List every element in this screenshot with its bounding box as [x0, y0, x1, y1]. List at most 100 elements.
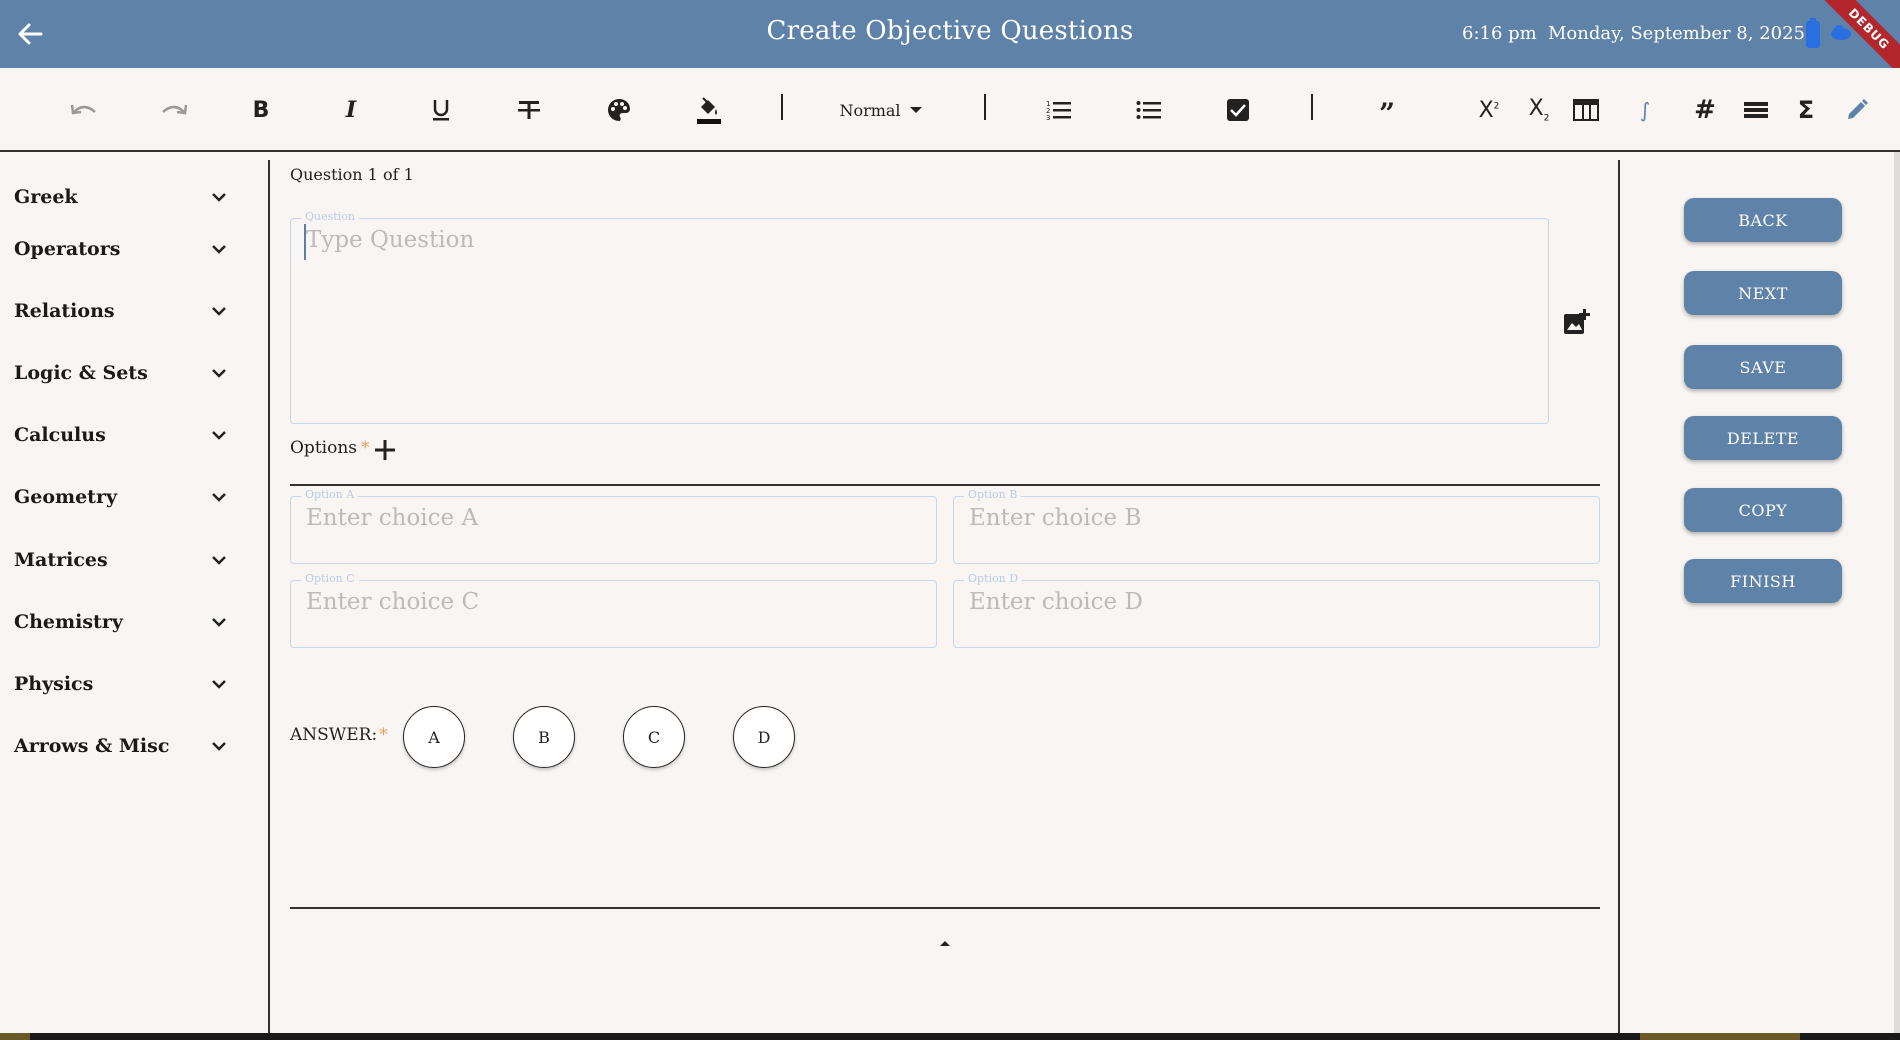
question-placeholder: Type Question: [306, 227, 475, 253]
question-field-label: Question: [301, 210, 359, 223]
integral-icon[interactable]: ∫: [1628, 88, 1662, 132]
bold-icon[interactable]: B: [244, 88, 278, 132]
option-a-placeholder: Enter choice A: [306, 505, 479, 531]
delete-button[interactable]: DELETE: [1684, 416, 1842, 460]
chevron-down-icon: [212, 680, 226, 689]
text-style-dropdown[interactable]: Normal: [836, 88, 926, 132]
copy-button[interactable]: COPY: [1684, 488, 1842, 532]
table-icon[interactable]: [1569, 88, 1603, 132]
hash-icon[interactable]: #: [1688, 88, 1722, 132]
finish-button[interactable]: FINISH: [1684, 559, 1842, 603]
chevron-down-icon: [212, 193, 226, 202]
fill-color-icon[interactable]: [692, 88, 726, 132]
chevron-down-icon: [212, 369, 226, 378]
clock-date: Monday, September 8, 2025: [1548, 23, 1806, 44]
sidebar-item-label: Geometry: [14, 486, 118, 508]
sidebar-item-chemistry[interactable]: Chemistry: [0, 596, 240, 648]
sidebar-item-label: Physics: [14, 673, 94, 695]
italic-icon[interactable]: I: [334, 88, 368, 132]
sidebar-item-greek[interactable]: Greek: [0, 171, 240, 223]
checkbox-icon[interactable]: [1221, 88, 1255, 132]
clock-time: 6:16 pm: [1462, 23, 1537, 44]
option-c-placeholder: Enter choice C: [306, 589, 480, 615]
sidebar-item-relations[interactable]: Relations: [0, 285, 240, 337]
answer-choice-a[interactable]: A: [403, 706, 465, 768]
pencil-icon[interactable]: [1840, 88, 1874, 132]
next-button[interactable]: NEXT: [1684, 271, 1842, 315]
save-button[interactable]: SAVE: [1684, 345, 1842, 389]
add-option-icon[interactable]: [372, 437, 398, 463]
app-bar: Create Objective Questions 6:16 pm Monda…: [0, 0, 1900, 83]
svg-text:3: 3: [1046, 114, 1050, 121]
option-d-label: Option D: [964, 572, 1023, 585]
option-c-label: Option C: [301, 572, 359, 585]
horizontal-rule-icon[interactable]: [1739, 88, 1773, 132]
sidebar-item-matrices[interactable]: Matrices: [0, 534, 240, 586]
chevron-down-icon: [212, 742, 226, 751]
bottom-divider: [290, 907, 1600, 909]
chevron-down-icon: [212, 556, 226, 565]
sidebar-item-label: Greek: [14, 186, 78, 208]
sigma-icon[interactable]: Σ: [1789, 88, 1823, 132]
answer-choice-b[interactable]: B: [513, 706, 575, 768]
palette-icon[interactable]: [602, 88, 636, 132]
bullet-list-icon[interactable]: [1132, 88, 1166, 132]
toolbar-divider: [1311, 94, 1313, 120]
sidebar-item-geometry[interactable]: Geometry: [0, 471, 240, 523]
sidebar-item-arrows-misc[interactable]: Arrows & Misc: [0, 720, 240, 772]
back-button[interactable]: BACK: [1684, 198, 1842, 242]
option-d-input[interactable]: Option D Enter choice D: [953, 572, 1600, 648]
option-b-label: Option B: [964, 488, 1022, 501]
superscript-icon[interactable]: X2: [1472, 88, 1506, 132]
question-counter: Question 1 of 1: [290, 165, 414, 184]
option-a-input[interactable]: Option A Enter choice A: [290, 488, 937, 564]
answer-label-text: ANSWER:: [290, 725, 378, 745]
question-input[interactable]: Question Type Question: [290, 210, 1549, 424]
chevron-down-icon: [212, 618, 226, 627]
toolbar-divider: [984, 94, 986, 120]
formatting-toolbar: B I Normal 123 ” X2 X2 ∫ # Σ: [0, 68, 1900, 152]
actions-divider: [1618, 160, 1620, 1033]
required-mark: *: [361, 438, 370, 458]
option-a-label: Option A: [301, 488, 359, 501]
text-style-value: Normal: [839, 100, 901, 120]
sidebar-item-label: Calculus: [14, 424, 106, 446]
numbered-list-icon[interactable]: 123: [1042, 88, 1076, 132]
answer-choice-c[interactable]: C: [623, 706, 685, 768]
sidebar-item-label: Relations: [14, 300, 115, 322]
quote-icon[interactable]: ”: [1370, 88, 1404, 132]
collapse-up-icon[interactable]: [938, 938, 952, 948]
sidebar-item-label: Matrices: [14, 549, 108, 571]
bottom-strip: [0, 1033, 1900, 1040]
option-b-placeholder: Enter choice B: [969, 505, 1142, 531]
sidebar-item-physics[interactable]: Physics: [0, 658, 240, 710]
add-image-icon[interactable]: [1562, 308, 1590, 336]
underline-icon[interactable]: [424, 88, 458, 132]
answer-choice-d[interactable]: D: [733, 706, 795, 768]
text-cursor: [304, 224, 306, 260]
option-b-input[interactable]: Option B Enter choice B: [953, 488, 1600, 564]
required-mark: *: [379, 725, 388, 745]
options-heading: Options *: [290, 438, 370, 458]
bottom-strip-accent: [1640, 1033, 1800, 1040]
option-d-placeholder: Enter choice D: [969, 589, 1143, 615]
sidebar-item-label: Operators: [14, 238, 121, 260]
chevron-down-icon: [212, 431, 226, 440]
answer-heading: ANSWER: *: [290, 725, 388, 745]
window-edge: [1894, 152, 1900, 1040]
sidebar-item-operators[interactable]: Operators: [0, 223, 240, 275]
undo-icon[interactable]: [64, 88, 104, 132]
sidebar-item-logic-sets[interactable]: Logic & Sets: [0, 347, 240, 399]
subscript-icon[interactable]: X2: [1522, 88, 1556, 132]
chevron-down-icon: [212, 245, 226, 254]
redo-icon[interactable]: [154, 88, 194, 132]
toolbar-divider: [781, 94, 783, 120]
strikethrough-icon[interactable]: [512, 88, 546, 132]
chevron-down-icon: [212, 307, 226, 316]
bottom-strip-accent: [0, 1033, 30, 1040]
sidebar-item-label: Chemistry: [14, 611, 123, 633]
option-c-input[interactable]: Option C Enter choice C: [290, 572, 937, 648]
options-label-text: Options: [290, 438, 357, 458]
sidebar-item-calculus[interactable]: Calculus: [0, 409, 240, 461]
chevron-down-icon: [212, 493, 226, 502]
